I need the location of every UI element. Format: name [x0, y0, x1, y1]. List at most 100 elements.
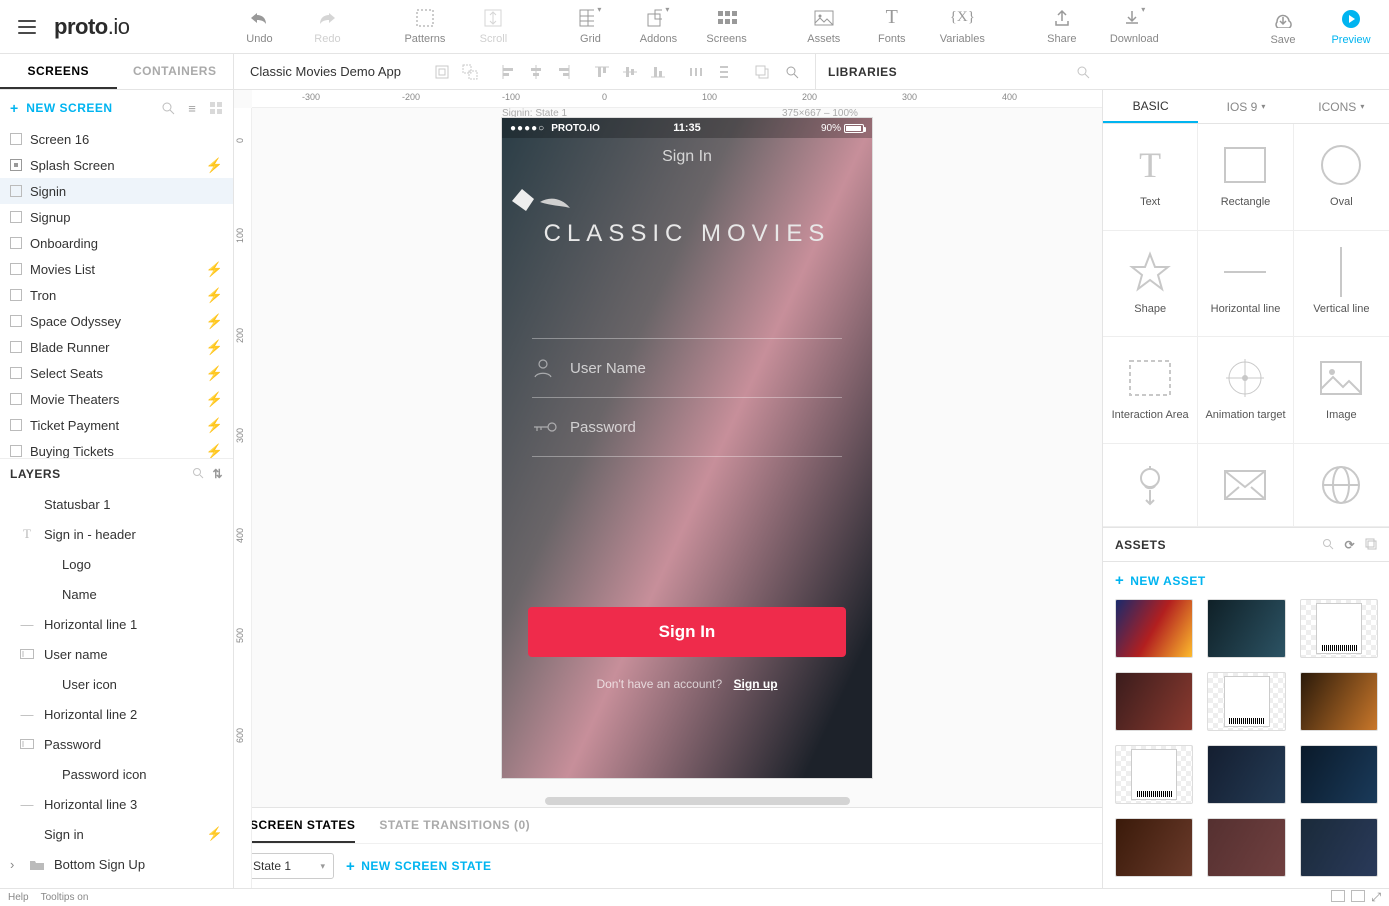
- library-item[interactable]: Animation target: [1198, 337, 1293, 444]
- redo-button[interactable]: Redo: [307, 7, 347, 45]
- screen-item[interactable]: Signin: [0, 178, 233, 204]
- asset-thumb[interactable]: [1300, 745, 1378, 804]
- asset-thumb[interactable]: [1115, 599, 1193, 658]
- tab-state-transitions[interactable]: STATE TRANSITIONS (0): [379, 808, 530, 843]
- layer-item[interactable]: TSign in - header: [0, 519, 233, 549]
- screen-item[interactable]: Buying Tickets ⚡: [0, 438, 233, 458]
- menu-icon[interactable]: [18, 20, 36, 34]
- search-canvas-icon[interactable]: [779, 59, 805, 85]
- library-item[interactable]: Image: [1294, 337, 1389, 444]
- asset-thumb[interactable]: [1207, 818, 1285, 877]
- asset-thumb[interactable]: [1300, 672, 1378, 731]
- layer-item[interactable]: Password: [0, 729, 233, 759]
- new-screen-button[interactable]: NEW SCREEN: [26, 101, 112, 115]
- layer-item[interactable]: Password icon: [0, 759, 233, 789]
- library-item[interactable]: Rectangle: [1198, 124, 1293, 231]
- project-name[interactable]: Classic Movies Demo App: [234, 54, 417, 89]
- canvas-scrollbar-h[interactable]: [494, 797, 1002, 805]
- addons-button[interactable]: Addons: [638, 7, 678, 45]
- layer-item[interactable]: Statusbar 1: [0, 489, 233, 519]
- asset-thumb[interactable]: [1115, 818, 1193, 877]
- align-right-icon[interactable]: [551, 59, 577, 85]
- layer-group[interactable]: › Bottom Sign Up: [0, 849, 233, 879]
- assets-copy-icon[interactable]: [1365, 538, 1377, 552]
- libraries-search-icon[interactable]: [1076, 65, 1090, 79]
- canvas-viewport[interactable]: Signin: State 1 375×667 – 100% ●●●●○ PRO…: [234, 108, 1102, 807]
- share-button[interactable]: Share: [1042, 7, 1082, 45]
- layer-item[interactable]: Sign in: [0, 819, 233, 849]
- assets-search-icon[interactable]: [1322, 538, 1334, 552]
- list-view-icon[interactable]: ≡: [185, 101, 199, 115]
- help-link[interactable]: Help: [8, 892, 29, 903]
- signup-link[interactable]: Sign up: [734, 677, 778, 691]
- fullscreen-icon[interactable]: ⤢: [1371, 890, 1381, 905]
- screen-item[interactable]: Tron ⚡: [0, 282, 233, 308]
- library-item[interactable]: Horizontal line: [1198, 231, 1293, 338]
- panel-toggle-right-icon[interactable]: [1351, 890, 1365, 902]
- align-hcenter-icon[interactable]: [523, 59, 549, 85]
- new-screen-state-button[interactable]: +NEW SCREEN STATE: [346, 858, 492, 875]
- assets-button[interactable]: Assets: [804, 7, 844, 45]
- asset-thumb[interactable]: [1207, 672, 1285, 731]
- library-item[interactable]: [1198, 444, 1293, 527]
- screen-item[interactable]: Select Seats ⚡: [0, 360, 233, 386]
- panel-toggle-left-icon[interactable]: [1331, 890, 1345, 902]
- library-item[interactable]: Interaction Area: [1103, 337, 1198, 444]
- library-item[interactable]: Oval: [1294, 124, 1389, 231]
- screen-item[interactable]: Onboarding: [0, 230, 233, 256]
- library-item[interactable]: Vertical line: [1294, 231, 1389, 338]
- new-asset-button[interactable]: +NEW ASSET: [1115, 572, 1206, 589]
- grid-view-icon[interactable]: [209, 101, 223, 115]
- align-bottom-icon[interactable]: [645, 59, 671, 85]
- library-item[interactable]: Shape: [1103, 231, 1198, 338]
- patterns-button[interactable]: Patterns: [404, 7, 445, 45]
- layer-item[interactable]: —Horizontal line 1: [0, 609, 233, 639]
- screen-item[interactable]: Space Odyssey ⚡: [0, 308, 233, 334]
- layer-item[interactable]: —Horizontal line 3: [0, 789, 233, 819]
- screen-item[interactable]: Screen 16: [0, 126, 233, 152]
- screen-item[interactable]: Movie Theaters ⚡: [0, 386, 233, 412]
- layer-item[interactable]: User icon: [0, 669, 233, 699]
- library-item[interactable]: [1103, 444, 1198, 527]
- layer-item[interactable]: User name: [0, 639, 233, 669]
- ungroup-icon[interactable]: [457, 59, 483, 85]
- state-select[interactable]: State 1: [244, 853, 334, 879]
- scroll-button[interactable]: Scroll: [473, 7, 513, 45]
- signin-button[interactable]: Sign In: [528, 607, 846, 657]
- search-screens-icon[interactable]: [161, 101, 175, 115]
- screens-button[interactable]: Screens: [706, 7, 746, 45]
- undo-button[interactable]: Undo: [239, 7, 279, 45]
- library-item[interactable]: [1294, 444, 1389, 527]
- asset-thumb[interactable]: [1207, 599, 1285, 658]
- asset-thumb[interactable]: [1300, 818, 1378, 877]
- tab-screens[interactable]: SCREENS: [0, 54, 117, 89]
- assets-refresh-icon[interactable]: ⟳: [1344, 538, 1355, 552]
- asset-thumb[interactable]: [1115, 745, 1193, 804]
- asset-thumb[interactable]: [1300, 599, 1378, 658]
- device-mockup[interactable]: ●●●●○ PROTO.IO 11:35 90% Sign In CLASSIC…: [502, 118, 872, 778]
- save-button[interactable]: Save: [1263, 8, 1303, 46]
- tab-screen-states[interactable]: SCREEN STATES: [250, 808, 355, 843]
- lib-tab-basic[interactable]: BASIC: [1103, 90, 1198, 123]
- username-field[interactable]: User Name: [502, 339, 872, 397]
- group-icon[interactable]: [429, 59, 455, 85]
- screen-item[interactable]: Blade Runner ⚡: [0, 334, 233, 360]
- layer-item[interactable]: —Horizontal line 2: [0, 699, 233, 729]
- lib-tab-ios[interactable]: IOS 9▾: [1198, 90, 1293, 123]
- layers-sort-icon[interactable]: ⇅: [212, 467, 223, 481]
- fonts-button[interactable]: T Fonts: [872, 7, 912, 45]
- library-item[interactable]: T Text: [1103, 124, 1198, 231]
- layer-item[interactable]: Name: [0, 579, 233, 609]
- layer-item[interactable]: Logo: [0, 549, 233, 579]
- password-field[interactable]: Password: [502, 398, 872, 456]
- screen-item[interactable]: Movies List ⚡: [0, 256, 233, 282]
- grid-button[interactable]: Grid: [570, 7, 610, 45]
- screen-item[interactable]: Ticket Payment ⚡: [0, 412, 233, 438]
- asset-thumb[interactable]: [1115, 672, 1193, 731]
- screen-item[interactable]: Splash Screen ⚡: [0, 152, 233, 178]
- screens-list[interactable]: Screen 16 Splash Screen ⚡ Signin Signup …: [0, 126, 233, 458]
- lib-tab-icons[interactable]: ICONS▾: [1294, 90, 1389, 123]
- align-vcenter-icon[interactable]: [617, 59, 643, 85]
- preview-button[interactable]: Preview: [1331, 8, 1371, 46]
- arrange-icon[interactable]: [749, 59, 775, 85]
